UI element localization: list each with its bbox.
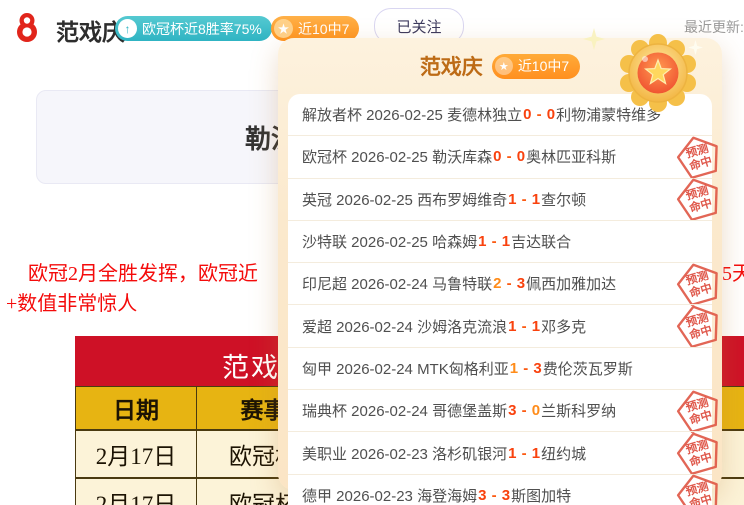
away-team: 吉达联合: [511, 231, 571, 252]
away-score: 1: [532, 318, 540, 335]
home-score: 1: [478, 233, 486, 250]
match-info: 英冠 2026-02-25 西布罗姆维奇: [302, 189, 507, 210]
home-score: 3: [478, 487, 486, 504]
winrate-badge-label: 欧冠杯近8胜率75%: [142, 19, 262, 39]
star-icon: ★: [495, 57, 513, 75]
sparkle-icon: [688, 40, 703, 55]
score-dash: -: [519, 360, 532, 377]
away-team: 查尔顿: [541, 189, 586, 210]
away-team: 费伦茨瓦罗斯: [543, 358, 633, 379]
cell-date: 2月17日: [75, 478, 196, 505]
home-score: 1: [510, 360, 518, 377]
prediction-hit-stamp: 预测 命中: [676, 431, 722, 476]
match-row[interactable]: 欧冠杯 2026-02-25 勒沃库森0 - 0奥林匹亚科斯 预测 命中: [288, 135, 712, 177]
score-dash: -: [502, 148, 515, 165]
match-row[interactable]: 印尼超 2026-02-24 马鲁特联2 - 3佩西加雅加达 预测 命中: [288, 262, 712, 304]
score-dash: -: [517, 191, 530, 208]
away-score: 3: [533, 360, 541, 377]
header-date: 日期: [75, 386, 196, 430]
score-dash: -: [517, 402, 530, 419]
cell-date: 2月17日: [75, 430, 196, 478]
away-team: 佩西加雅加达: [526, 273, 616, 294]
away-score: 1: [502, 233, 510, 250]
match-row[interactable]: 爱超 2026-02-24 沙姆洛克流浪1 - 1邓多克 预测 命中: [288, 304, 712, 346]
home-score: 0: [523, 106, 531, 123]
score-dash: -: [517, 318, 530, 335]
away-score: 0: [547, 106, 555, 123]
match-list: 解放者杯 2026-02-25 麦德林独立0 - 0利物浦蒙特维多 欧冠杯 20…: [288, 94, 712, 505]
match-row[interactable]: 美职业 2026-02-23 洛杉矶银河1 - 1纽约城 预测 命中: [288, 431, 712, 473]
match-row[interactable]: 沙特联 2026-02-25 哈森姆1 - 1吉达联合: [288, 220, 712, 262]
match-info: 德甲 2026-02-23 海登海姆: [302, 485, 477, 505]
winrate-badge: ↑ 欧冠杯近8胜率75%: [115, 16, 272, 41]
match-row[interactable]: 英冠 2026-02-25 西布罗姆维奇1 - 1查尔顿 预测 命中: [288, 178, 712, 220]
popup-hit-badge-label: 近10中7: [518, 56, 569, 76]
home-score: 0: [493, 148, 501, 165]
prediction-hit-stamp: 预测 命中: [676, 134, 722, 179]
away-team: 奥林匹亚科斯: [526, 146, 616, 167]
sparkle-icon: [583, 28, 605, 50]
away-score: 0: [532, 402, 540, 419]
match-row[interactable]: 匈甲 2026-02-24 MTK匈格利亚1 - 3费伦茨瓦罗斯: [288, 347, 712, 389]
away-score: 1: [532, 445, 540, 462]
popup-title: 范戏庆: [420, 51, 483, 81]
trend-up-icon: ↑: [118, 19, 137, 38]
match-row[interactable]: 瑞典杯 2026-02-24 哥德堡盖斯3 - 0兰斯科罗纳 预测 命中: [288, 389, 712, 431]
away-score: 1: [532, 191, 540, 208]
prediction-hit-stamp: 预测 命中: [676, 261, 722, 306]
star-icon: ★: [274, 19, 293, 38]
red-8-logo-icon: [12, 11, 42, 43]
promo-text-line1: 欧冠2月全胜发挥，欧冠近: [28, 257, 258, 286]
home-score: 1: [508, 445, 516, 462]
match-info: 美职业 2026-02-23 洛杉矶银河: [302, 443, 507, 464]
prediction-hit-stamp: 预测 命中: [676, 304, 722, 349]
prediction-hit-stamp: 预测 命中: [676, 388, 722, 433]
screen: 范戏庆 ↑ 欧冠杯近8胜率75% ★ 近10中7 已关注 最近更新: 勒沃库森 …: [0, 0, 744, 505]
away-score: 3: [517, 275, 525, 292]
promo-text-line2: +数值非常惊人: [6, 287, 137, 316]
prediction-hit-stamp: 预测 命中: [676, 177, 722, 222]
home-score: 2: [493, 275, 501, 292]
away-team: 邓多克: [541, 316, 586, 337]
away-team: 斯图加特: [511, 485, 571, 505]
home-score: 1: [508, 318, 516, 335]
match-info: 欧冠杯 2026-02-25 勒沃库森: [302, 146, 492, 167]
match-info: 解放者杯 2026-02-25 麦德林独立: [302, 104, 522, 125]
score-dash: -: [487, 487, 500, 504]
away-score: 0: [517, 148, 525, 165]
match-row[interactable]: 德甲 2026-02-23 海登海姆3 - 3斯图加特 预测 命中: [288, 474, 712, 505]
score-dash: -: [532, 106, 545, 123]
home-score: 1: [508, 191, 516, 208]
score-dash: -: [487, 233, 500, 250]
home-score: 3: [508, 402, 516, 419]
match-info: 瑞典杯 2026-02-24 哥德堡盖斯: [302, 400, 507, 421]
promo-text-line1-right: 5天: [722, 257, 744, 286]
prediction-hit-stamp: 预测 命中: [676, 473, 722, 505]
match-info: 沙特联 2026-02-25 哈森姆: [302, 231, 477, 252]
match-info: 印尼超 2026-02-24 马鲁特联: [302, 273, 492, 294]
away-team: 兰斯科罗纳: [541, 400, 616, 421]
score-dash: -: [517, 445, 530, 462]
score-dash: -: [502, 275, 515, 292]
hit-streak-badge-label: 近10中7: [298, 19, 349, 39]
away-team: 纽约城: [541, 443, 586, 464]
away-score: 3: [502, 487, 510, 504]
match-info: 爱超 2026-02-24 沙姆洛克流浪: [302, 316, 507, 337]
match-info: 匈甲 2026-02-24 MTK匈格利亚: [302, 358, 509, 379]
popup-hit-badge: ★ 近10中7: [492, 54, 580, 79]
